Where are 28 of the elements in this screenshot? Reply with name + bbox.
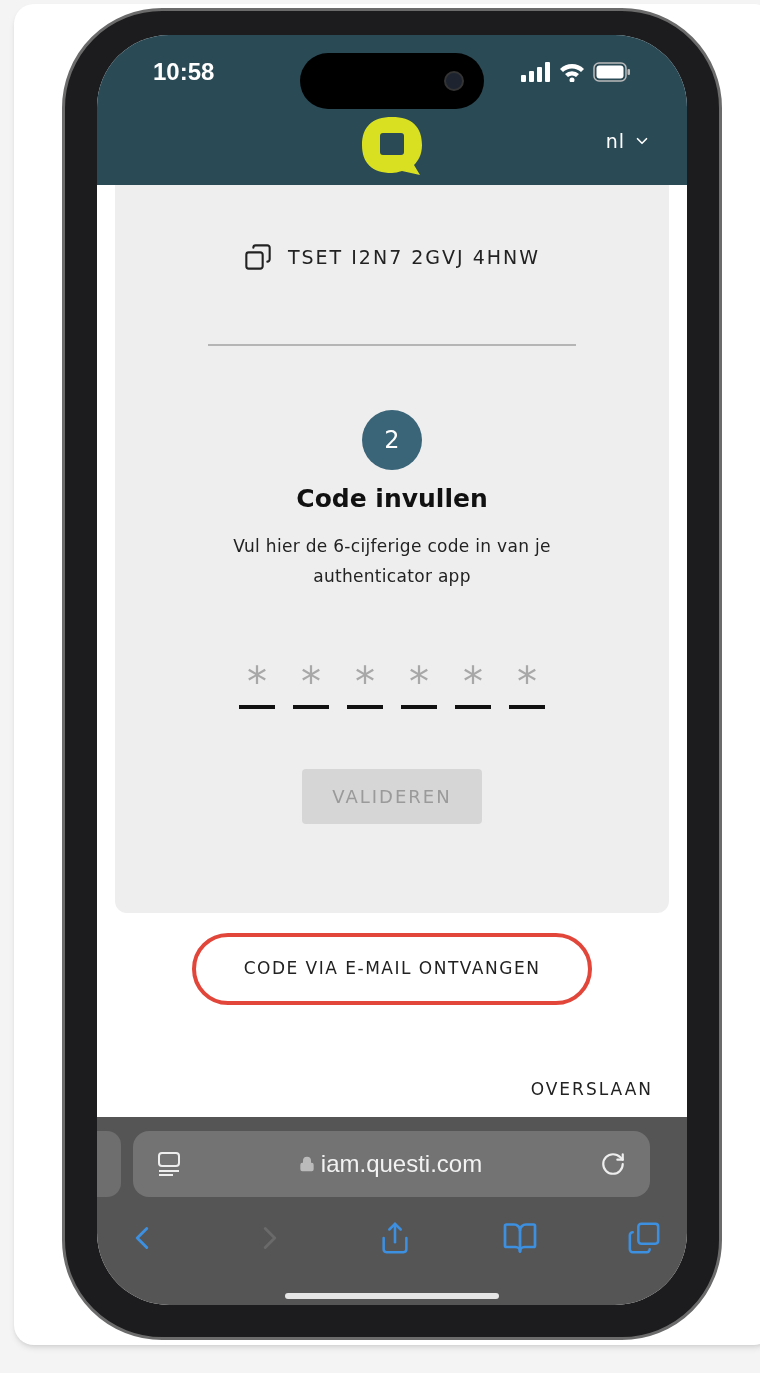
- address-bar[interactable]: iam.questi.com: [133, 1131, 650, 1197]
- language-selector[interactable]: nl: [605, 127, 651, 156]
- digit-field[interactable]: *: [239, 659, 275, 709]
- lock-icon: [298, 1156, 315, 1172]
- tabs-icon[interactable]: [627, 1221, 661, 1255]
- bookmarks-icon[interactable]: [501, 1220, 538, 1256]
- previous-tab-stub[interactable]: [97, 1131, 121, 1197]
- battery-icon: [593, 62, 631, 82]
- signal-icon: [521, 62, 551, 82]
- digit-field[interactable]: *: [455, 659, 491, 709]
- reload-icon[interactable]: [600, 1151, 626, 1177]
- logo-icon: [360, 115, 424, 177]
- secret-key: TSET I2N7 2GVJ 4HNW: [287, 243, 541, 272]
- digit-field[interactable]: *: [347, 659, 383, 709]
- step-description: Vul hier de 6-cijferige code in van je authenticator app: [232, 535, 552, 588]
- skip-link[interactable]: OVERSLAAN: [530, 1077, 653, 1103]
- status-time: 10:58: [153, 57, 215, 87]
- email-code-link[interactable]: CODE VIA E-MAIL ONTVANGEN: [243, 956, 541, 982]
- wifi-icon: [559, 62, 585, 82]
- step-title: Code invullen: [296, 482, 488, 515]
- digit-field[interactable]: *: [509, 659, 545, 709]
- digit-field[interactable]: *: [293, 659, 329, 709]
- step-badge: 2: [362, 409, 422, 470]
- copy-icon[interactable]: [243, 243, 272, 272]
- url-text: iam.questi.com: [320, 1149, 483, 1179]
- digit-field[interactable]: *: [401, 659, 437, 709]
- reader-icon[interactable]: [157, 1151, 181, 1177]
- camera-icon: [444, 71, 464, 91]
